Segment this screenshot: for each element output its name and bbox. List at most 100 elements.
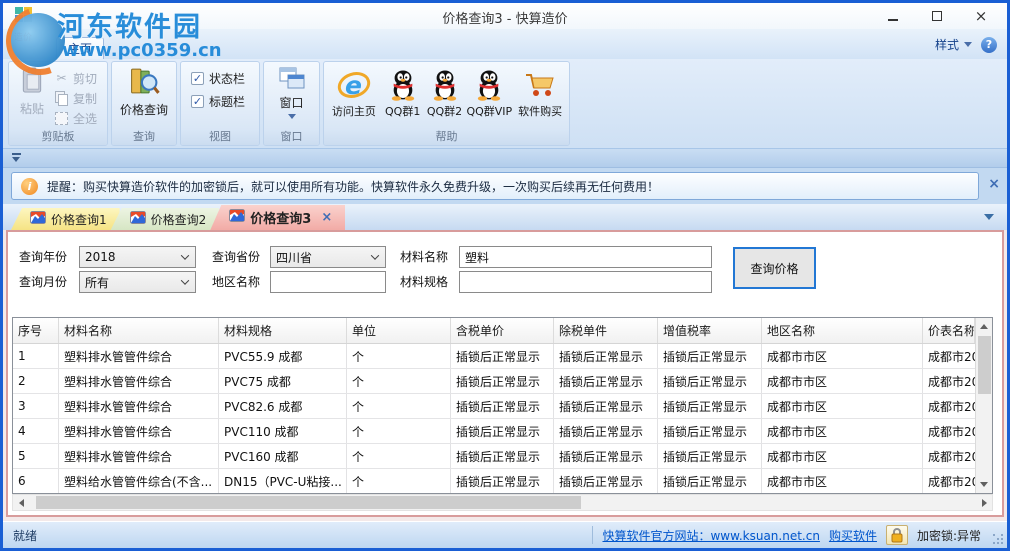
table-row[interactable]: 6 塑料给水管管件综合(不含... DN15（PVC-U粘接... 个插锁后正常显示插… [13, 469, 975, 493]
shopping-cart-icon [524, 66, 556, 103]
scroll-down-icon[interactable] [976, 476, 992, 493]
close-button[interactable]: × [959, 3, 1003, 29]
column-header[interactable]: 材料名称 [59, 318, 219, 343]
tab-price-query-2[interactable]: 价格查询2 [110, 208, 220, 230]
resize-grip[interactable] [993, 534, 1004, 545]
title-bar-checkbox[interactable]: ✓ 标题栏 [191, 93, 259, 110]
svg-text:e: e [345, 71, 362, 100]
status-ready-text: 就绪 [13, 528, 38, 543]
month-label: 查询月份 [19, 275, 68, 289]
cell: 插锁后正常显示 [451, 444, 554, 468]
region-input[interactable] [270, 271, 386, 293]
qq-group2-button[interactable]: QQ群2 [424, 66, 466, 130]
results-table: 序号 材料名称 材料规格 单位 含税单价 除税单件 增值税率 地区名称 价表名称… [12, 317, 993, 494]
title-bar-option-label: 标题栏 [209, 95, 246, 109]
column-header[interactable]: 含税单价 [451, 318, 554, 343]
scissors-icon: ✂ [56, 71, 67, 85]
select-all-label: 全选 [73, 111, 98, 126]
vertical-scrollbar[interactable] [975, 318, 992, 493]
qq-penguin-icon [431, 66, 459, 103]
official-website-link[interactable]: 快算软件官方网站：www.ksuan.net.cn [602, 527, 819, 544]
status-bar-checkbox[interactable]: ✓ 状态栏 [191, 70, 259, 87]
cell: 插锁后正常显示 [554, 369, 658, 393]
column-header[interactable]: 单位 [347, 318, 451, 343]
cell: 塑料排水管管件综合 [59, 444, 219, 468]
qq-group-vip-label: QQ群VIP [466, 105, 513, 118]
chevron-down-icon [964, 42, 972, 47]
cut-button[interactable]: ✂ 剪切 [52, 68, 99, 88]
qq-group-vip-button[interactable]: QQ群VIP [465, 66, 513, 130]
material-spec-input[interactable] [459, 271, 712, 293]
tab-label: 价格查询3 [250, 212, 312, 227]
notice-close-icon[interactable]: × [988, 176, 1000, 192]
quick-access-strip [3, 149, 1007, 168]
tab-price-query-3[interactable]: 价格查询3 × [210, 205, 346, 230]
horizontal-scrollbar[interactable] [12, 494, 993, 511]
paste-button[interactable]: 粘贴 [12, 64, 52, 130]
cell: 插锁后正常显示 [554, 444, 658, 468]
cell: PVC55.9 成都 [219, 344, 347, 368]
vertical-scroll-thumb[interactable] [977, 336, 991, 394]
group-label-clipboard: 剪贴板 [9, 130, 107, 145]
column-header[interactable]: 地区名称 [762, 318, 923, 343]
column-header[interactable]: 除税单件 [554, 318, 658, 343]
buy-software-link[interactable]: 购买软件 [829, 527, 877, 544]
cell: 3 [13, 394, 59, 418]
select-all-button[interactable]: 全选 [52, 108, 99, 128]
tab-home[interactable]: 主页 [56, 37, 104, 59]
customize-toolbar-icon[interactable] [10, 152, 24, 165]
year-label: 查询年份 [19, 250, 68, 264]
window-menu-button[interactable]: 窗口 [264, 62, 319, 130]
visit-homepage-button[interactable]: e 访问主页 [326, 66, 382, 130]
year-select[interactable]: 2018 [79, 246, 196, 268]
column-header[interactable]: 增值税率 [658, 318, 762, 343]
book-search-icon [128, 66, 160, 101]
scroll-right-icon[interactable] [976, 495, 992, 510]
tab-list-dropdown-icon[interactable] [984, 214, 994, 220]
table-row[interactable]: 5 塑料排水管管件综合 PVC160 成都个插锁后正常显示 插锁后正常显示 插锁后正常显… [13, 444, 975, 469]
cell: 成都市市区 [762, 469, 923, 493]
info-icon: i [21, 177, 38, 195]
tab-label: 价格查询1 [51, 212, 107, 227]
checkbox-checked-icon: ✓ [191, 72, 204, 85]
horizontal-scroll-thumb[interactable] [36, 496, 581, 509]
cell: 插锁后正常显示 [658, 469, 762, 493]
cell: 成都市20 [928, 374, 975, 389]
qq-group1-button[interactable]: QQ群1 [382, 66, 424, 130]
province-select[interactable]: 四川省 [270, 246, 386, 268]
table-row[interactable]: 3 塑料排水管管件综合 PVC82.6 成都个插锁后正常显示 插锁后正常显示 插锁后正常… [13, 394, 975, 419]
price-query-button[interactable]: 价格查询 [112, 62, 176, 130]
style-dropdown[interactable]: 样式 [935, 36, 972, 53]
material-name-input[interactable] [459, 246, 712, 268]
table-row[interactable]: 1 塑料排水管管件综合 PVC55.9 成都个插锁后正常显示 插锁后正常显示 插锁后正常… [13, 344, 975, 369]
cell: 5 [13, 444, 59, 468]
column-header[interactable]: 序号 [13, 318, 59, 343]
tab-price-query-1[interactable]: 价格查询1 [11, 208, 120, 230]
query-price-button[interactable]: 查询价格 [733, 247, 816, 289]
cell: 成都市20 [928, 474, 975, 489]
copy-label: 复制 [73, 91, 98, 106]
scroll-left-icon[interactable] [13, 495, 29, 510]
window-title: 价格查询3 - 快算造价 [442, 12, 568, 27]
table-row[interactable]: 4 塑料排水管管件综合 PVC110 成都个插锁后正常显示 插锁后正常显示 插锁后正常显… [13, 419, 975, 444]
help-icon[interactable]: ? [981, 36, 997, 53]
lock-status-text: 加密锁:异常 [916, 528, 981, 543]
table-row[interactable]: 2 塑料排水管管件综合 PVC75 成都个插锁后正常显示 插锁后正常显示 插锁后正常显示… [13, 369, 975, 394]
buy-software-button[interactable]: 软件购买 [513, 66, 567, 130]
maximize-button[interactable] [915, 3, 959, 29]
group-label-view: 视图 [181, 130, 259, 145]
cell: 个 [347, 369, 451, 393]
minimize-button[interactable] [871, 3, 915, 29]
cell: DN15（PVC-U粘接... [219, 469, 347, 493]
tab-close-icon[interactable]: × [321, 210, 332, 225]
notice-band: i 提醒：购买快算造价软件的加密锁后，就可以使用所有功能。快算软件永久免费升级，… [3, 168, 1007, 204]
column-header[interactable]: 材料规格 [219, 318, 347, 343]
column-header[interactable]: 价表名称 [923, 318, 975, 343]
month-select[interactable]: 所有 [79, 271, 196, 293]
scroll-up-icon[interactable] [976, 318, 992, 335]
group-label-query: 查询 [112, 130, 176, 145]
copy-button[interactable]: 复制 [52, 88, 99, 108]
cell: 插锁后正常显示 [451, 419, 554, 443]
cell: 插锁后正常显示 [451, 469, 554, 493]
month-value: 所有 [85, 275, 110, 290]
